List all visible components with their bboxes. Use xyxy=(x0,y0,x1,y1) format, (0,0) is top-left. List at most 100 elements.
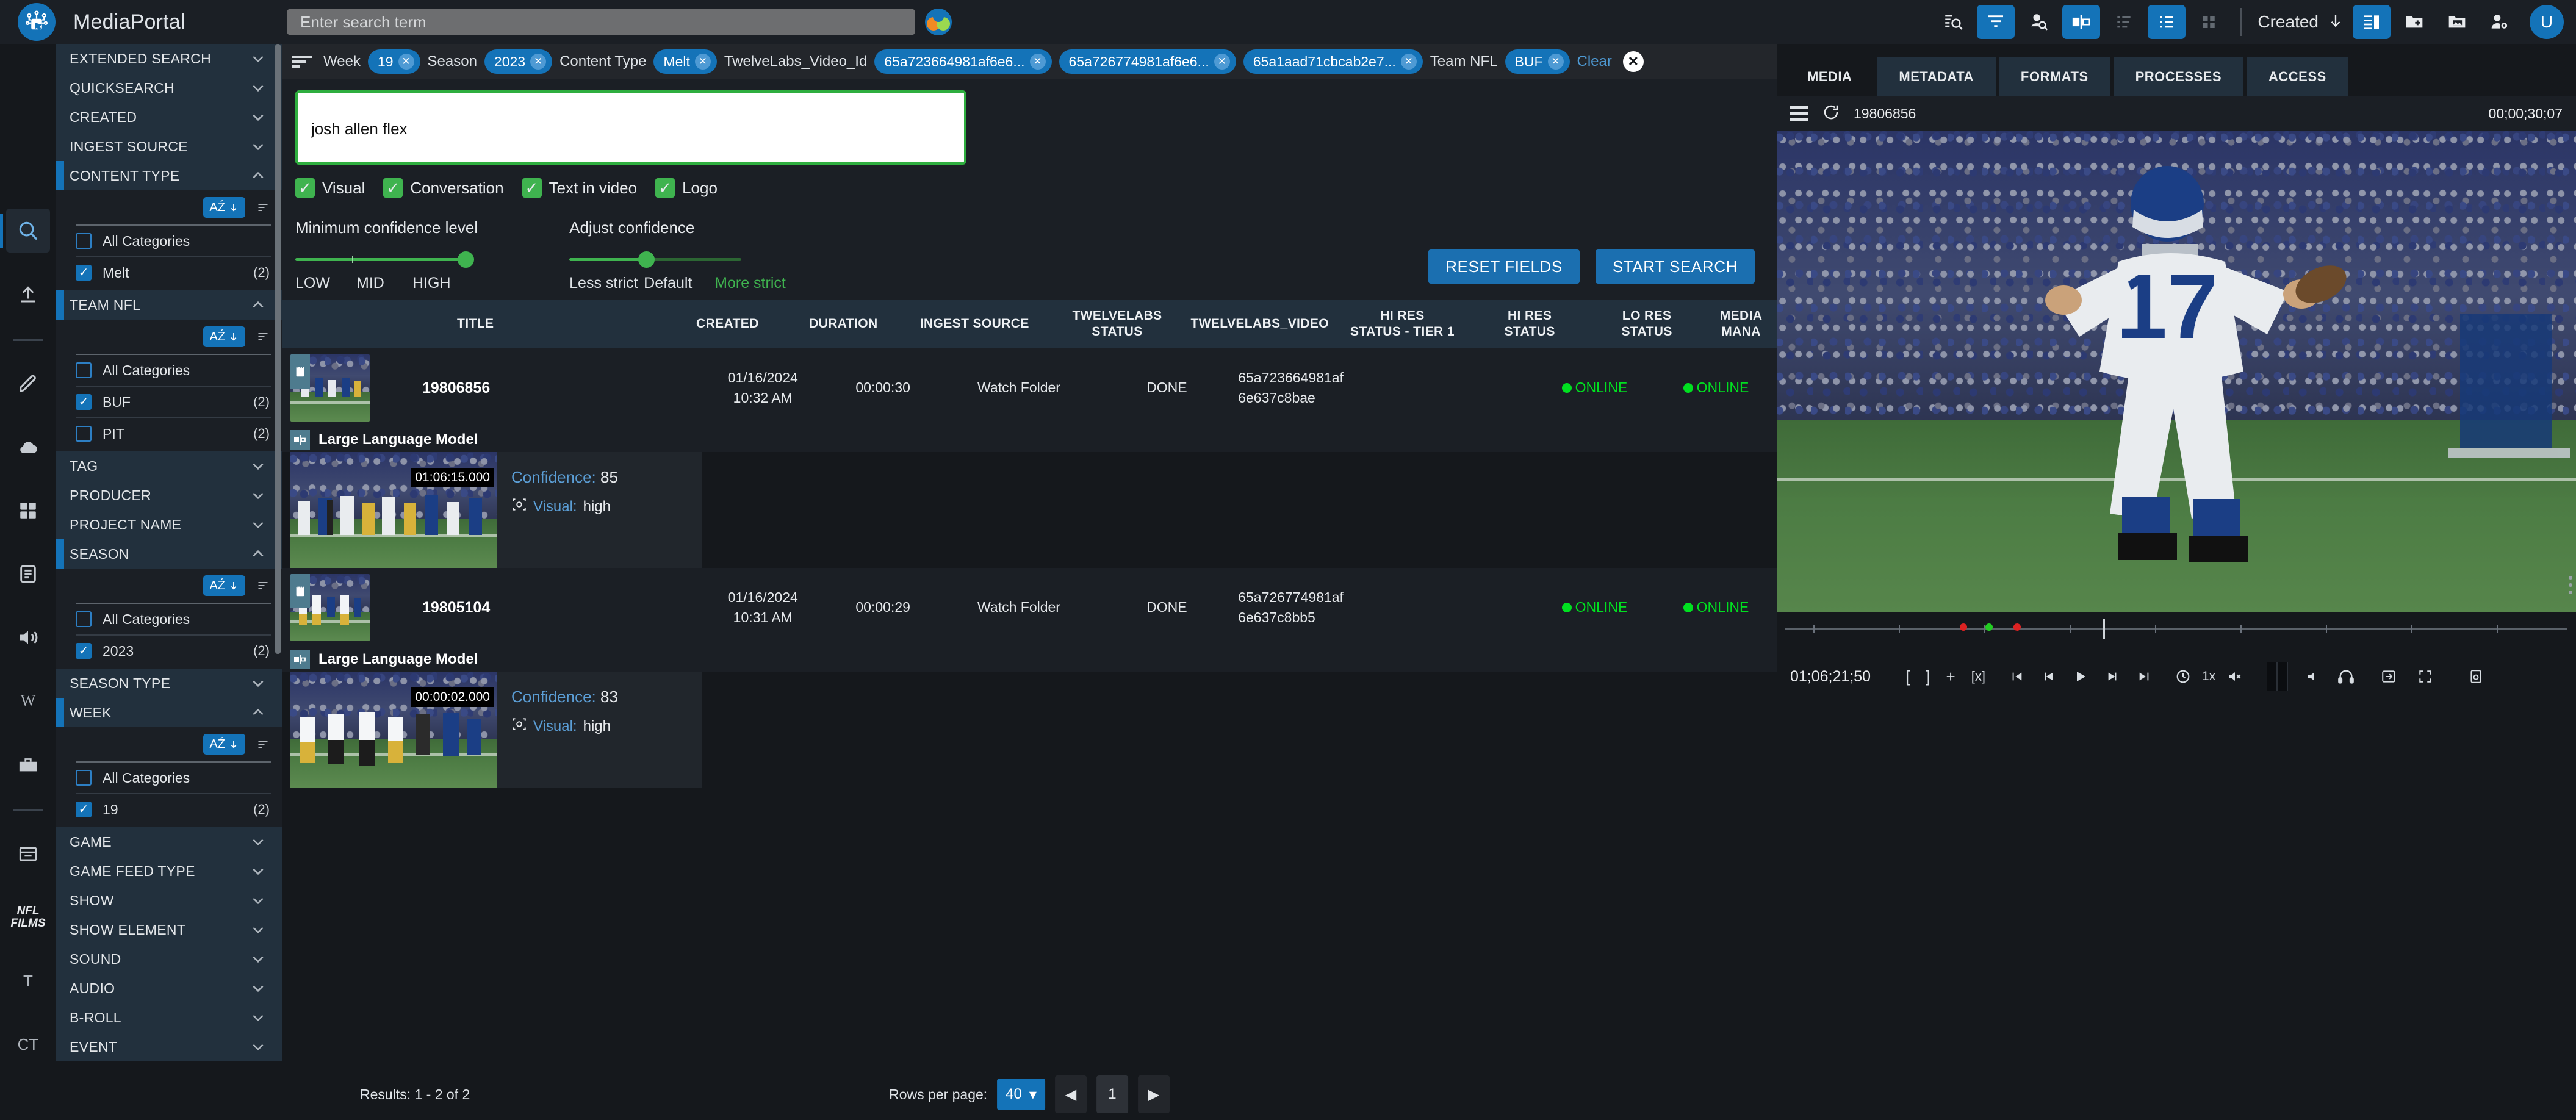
column-header[interactable]: DURATION xyxy=(786,316,901,332)
rail-item-archive[interactable] xyxy=(6,832,50,876)
column-header[interactable]: TWELVELABS STATUS xyxy=(1048,308,1185,340)
remove-chip-icon[interactable]: ✕ xyxy=(398,54,414,70)
sidebar-scrollbar[interactable] xyxy=(275,44,281,654)
table-row[interactable]: 19805104 01/16/2024 10:31 AM 00:00:29 Watch … xyxy=(282,568,1777,647)
tab-formats[interactable]: FORMATS xyxy=(1998,57,2110,96)
avatar[interactable]: U xyxy=(2530,5,2564,39)
volume-icon[interactable] xyxy=(2306,669,2320,684)
fullscreen-icon[interactable] xyxy=(2417,669,2433,684)
remove-chip-icon[interactable]: ✕ xyxy=(1029,54,1046,70)
sort-az-button[interactable]: AŹ xyxy=(203,326,245,347)
tab-processes[interactable]: PROCESSES xyxy=(2113,57,2243,96)
loop-icon[interactable] xyxy=(2175,668,2192,685)
modality-conversation[interactable]: ✓ Conversation xyxy=(383,178,504,198)
column-header[interactable]: TITLE xyxy=(282,316,669,332)
extended-search-icon[interactable] xyxy=(1934,5,1972,39)
facet-header-created[interactable]: CREATED xyxy=(56,102,282,132)
column-header[interactable]: HI RES STATUS - TIER 1 xyxy=(1334,308,1471,340)
facet-header-project-name[interactable]: PROJECT NAME xyxy=(56,510,282,539)
filter-chip[interactable]: 2023 ✕ xyxy=(484,49,553,74)
facet-checkbox[interactable] xyxy=(76,802,92,817)
rail-item-dashboard[interactable] xyxy=(6,489,50,533)
clear-all-icon[interactable]: ✕ xyxy=(1622,51,1644,72)
filter-chip[interactable]: BUF ✕ xyxy=(1505,49,1570,74)
facet-option[interactable]: PIT (2) xyxy=(56,418,282,449)
video-scrubber[interactable] xyxy=(1777,612,2576,655)
marker-green[interactable] xyxy=(1985,623,1993,631)
facet-sort-icon[interactable] xyxy=(255,201,271,214)
clear-filters-link[interactable]: Clear xyxy=(1577,53,1612,70)
facet-header-sound[interactable]: SOUND xyxy=(56,944,282,974)
remove-chip-icon[interactable]: ✕ xyxy=(1400,54,1417,70)
rail-item-upload[interactable] xyxy=(6,272,50,316)
facet-header-event[interactable]: EVENT xyxy=(56,1032,282,1061)
refresh-icon[interactable] xyxy=(1822,103,1840,124)
video-player[interactable]: 17 xyxy=(1777,131,2576,612)
modality-checkbox[interactable]: ✓ xyxy=(295,178,315,198)
modality-logo[interactable]: ✓ Logo xyxy=(655,178,718,198)
nfl-films-logo[interactable]: NFL FILMS xyxy=(6,896,50,939)
llm-section-header[interactable]: Large Language Model xyxy=(282,647,1777,672)
start-search-button[interactable]: START SEARCH xyxy=(1595,249,1755,284)
sort-az-button[interactable]: AŹ xyxy=(203,734,245,755)
facet-checkbox[interactable] xyxy=(76,611,92,627)
rail-item-toolbox[interactable] xyxy=(6,742,50,786)
facet-header-show-element[interactable]: SHOW ELEMENT xyxy=(56,915,282,944)
facet-checkbox[interactable] xyxy=(76,426,92,442)
rail-item-ct[interactable]: CT xyxy=(6,1022,50,1066)
media-folder-icon[interactable] xyxy=(2438,5,2476,39)
facet-sort-icon[interactable] xyxy=(255,331,271,343)
step-back-icon[interactable] xyxy=(2041,670,2057,683)
facet-checkbox[interactable] xyxy=(76,362,92,378)
global-search-input[interactable]: Enter search term xyxy=(287,9,915,35)
facet-header-week[interactable]: WEEK xyxy=(56,698,282,727)
column-header[interactable]: HI RES STATUS xyxy=(1471,308,1588,340)
list-detail-icon[interactable] xyxy=(2148,5,2186,39)
facet-header-audio[interactable]: AUDIO xyxy=(56,974,282,1003)
facet-header-game[interactable]: GAME xyxy=(56,827,282,856)
modality-checkbox[interactable]: ✓ xyxy=(383,178,403,198)
grid-view-icon[interactable] xyxy=(2190,5,2228,39)
modality-visual[interactable]: ✓ Visual xyxy=(295,178,365,198)
next-page-button[interactable]: ▶ xyxy=(1137,1075,1170,1113)
adjust-confidence-knob[interactable] xyxy=(638,251,655,268)
headphones-icon[interactable] xyxy=(2337,668,2355,685)
marker-red-2[interactable] xyxy=(2013,623,2021,631)
rail-item-edit[interactable] xyxy=(6,362,50,406)
facet-option[interactable]: Melt (2) xyxy=(56,257,282,288)
rail-item-cloud[interactable] xyxy=(6,425,50,469)
filter-chip[interactable]: 19 ✕ xyxy=(367,49,420,74)
facet-header-tag[interactable]: TAG xyxy=(56,451,282,481)
volume-meter[interactable] xyxy=(2267,662,2289,691)
step-forward-icon[interactable] xyxy=(2104,670,2120,683)
tab-access[interactable]: ACCESS xyxy=(2247,57,2348,96)
modality-checkbox[interactable]: ✓ xyxy=(655,178,675,198)
side-panel-icon[interactable] xyxy=(2353,5,2391,39)
facet-option[interactable]: All Categories xyxy=(56,604,282,634)
playhead[interactable] xyxy=(2103,619,2105,639)
facet-list[interactable]: EXTENDED SEARCH QUICKSEARCH CREATED INGEST … xyxy=(56,44,282,1120)
facet-option[interactable]: All Categories xyxy=(56,355,282,386)
facet-checkbox[interactable] xyxy=(76,265,92,281)
modality-checkbox[interactable]: ✓ xyxy=(522,178,542,198)
search-query-textarea[interactable]: josh allen flex xyxy=(295,90,966,165)
facet-header-show[interactable]: SHOW xyxy=(56,886,282,915)
column-header[interactable]: INGEST SOURCE xyxy=(901,316,1048,332)
go-to-start-icon[interactable] xyxy=(2009,670,2025,683)
facet-option[interactable]: 19 (2) xyxy=(56,794,282,825)
facet-header-season[interactable]: SEASON xyxy=(56,539,282,569)
list-compact-icon[interactable] xyxy=(2105,5,2143,39)
llm-section-header[interactable]: Large Language Model xyxy=(282,428,1777,452)
facet-checkbox[interactable] xyxy=(76,643,92,659)
remove-chip-icon[interactable]: ✕ xyxy=(530,54,547,70)
filter-chip[interactable]: 65a726774981af6e6... ✕ xyxy=(1059,49,1236,74)
playback-speed-label[interactable]: 1x xyxy=(2202,669,2215,684)
tab-media[interactable]: MEDIA xyxy=(1785,57,1874,96)
filter-chip[interactable]: 65a1aad71cbcab2e7... ✕ xyxy=(1243,49,1423,74)
facet-header-game-feed-type[interactable]: GAME FEED TYPE xyxy=(56,856,282,886)
mute-icon[interactable] xyxy=(2226,669,2243,684)
rail-item-wikipedia[interactable]: W xyxy=(6,679,50,723)
rail-item-tasks[interactable] xyxy=(6,552,50,596)
facet-option[interactable]: BUF (2) xyxy=(56,387,282,417)
facet-header-season-type[interactable]: SEASON TYPE xyxy=(56,669,282,698)
